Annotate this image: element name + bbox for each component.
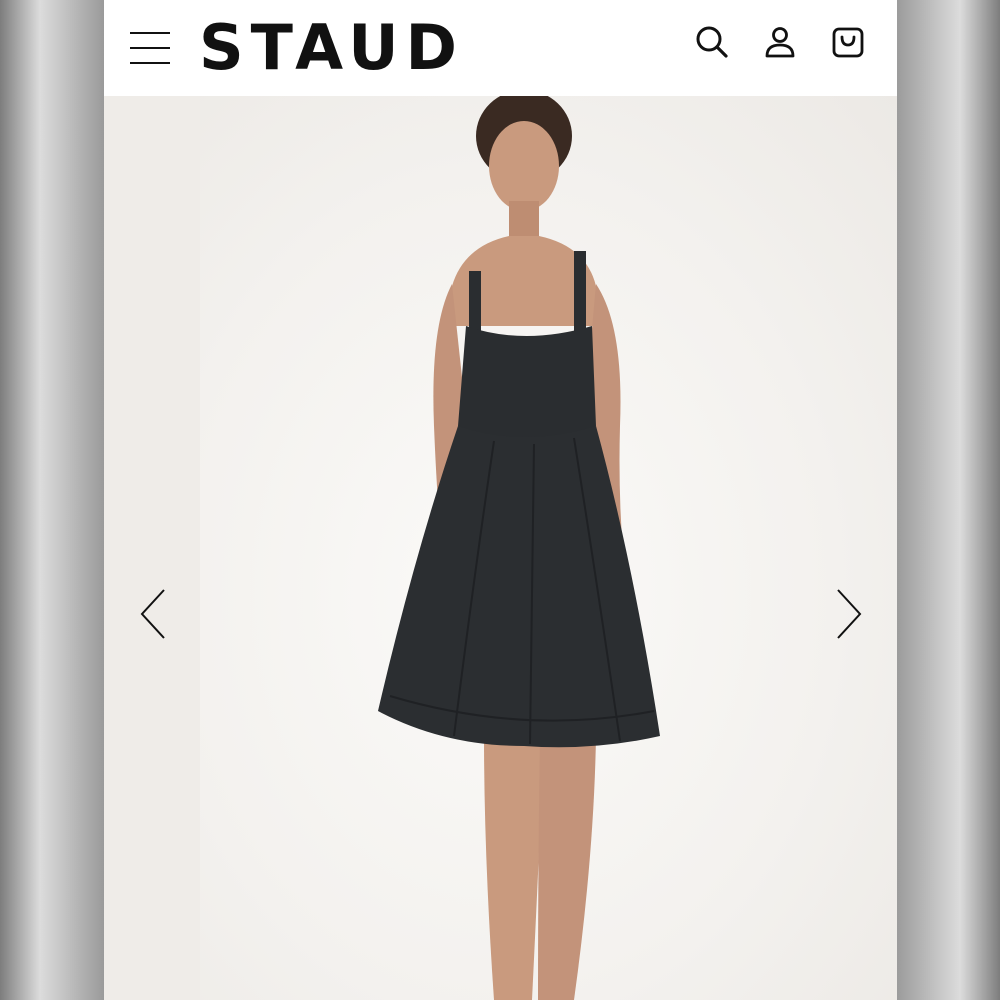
chevron-right-icon[interactable]	[830, 586, 870, 642]
gallery-edge	[104, 96, 200, 1000]
user-account-icon[interactable]	[760, 22, 800, 62]
hamburger-menu-icon[interactable]	[128, 28, 172, 68]
chevron-left-icon[interactable]	[134, 586, 174, 642]
brand-logo[interactable]: STAUD	[199, 14, 464, 82]
product-image	[378, 96, 660, 1000]
shopping-bag-icon[interactable]	[828, 22, 868, 62]
site-header: STAUD	[104, 0, 897, 96]
search-icon[interactable]	[692, 22, 732, 62]
product-page: STAUD	[104, 0, 897, 1000]
product-image-gallery[interactable]	[104, 96, 897, 1000]
